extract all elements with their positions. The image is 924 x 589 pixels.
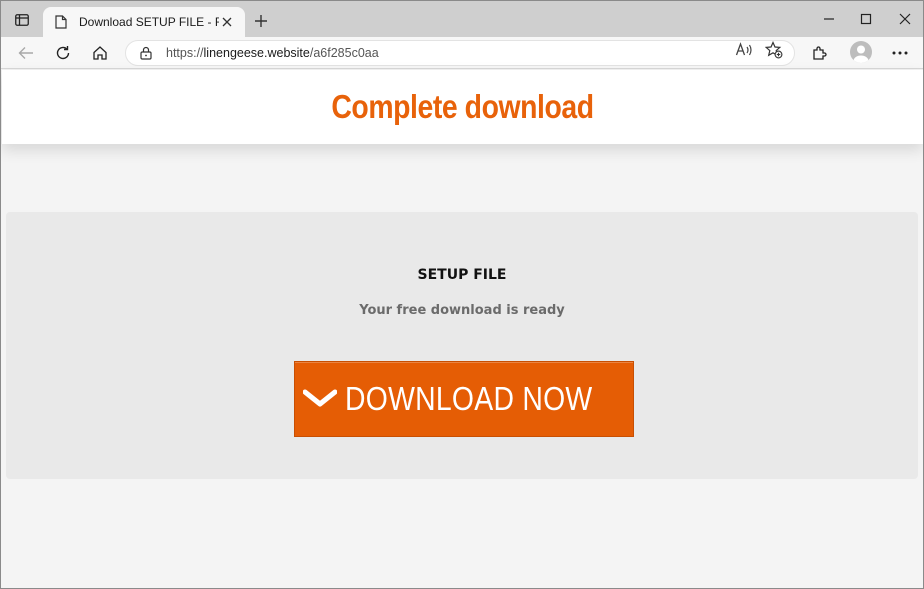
url-host: linengeese.website	[203, 46, 310, 60]
tab-active[interactable]: Download SETUP FILE - Free	[43, 7, 245, 37]
url-path: /a6f285c0aa	[309, 46, 379, 60]
tab-strip: Download SETUP FILE - Free	[1, 1, 923, 37]
read-aloud-icon[interactable]	[733, 40, 755, 60]
plus-icon[interactable]	[251, 11, 271, 31]
profile-icon[interactable]	[850, 41, 872, 63]
chevron-down-icon	[295, 361, 345, 437]
minimize-icon[interactable]	[814, 9, 844, 29]
page-content: Complete download SETUP FILE Your free d…	[2, 70, 923, 588]
close-icon[interactable]	[890, 9, 920, 29]
tab-title: Download SETUP FILE - Free	[79, 15, 219, 29]
sidebar-icon[interactable]	[11, 10, 33, 30]
close-icon[interactable]	[219, 14, 235, 30]
lock-icon[interactable]	[138, 45, 154, 61]
url-scheme: https://	[166, 46, 204, 60]
reload-icon[interactable]	[50, 41, 76, 65]
favorite-icon[interactable]	[763, 40, 785, 60]
page-header: Complete download	[2, 70, 923, 144]
address-bar[interactable]: https://linengeese.website/a6f285c0aa	[125, 40, 795, 66]
page-title: Complete download	[331, 88, 594, 125]
download-card: SETUP FILE Your free download is ready D…	[6, 212, 918, 479]
back-icon[interactable]	[13, 41, 39, 65]
maximize-icon[interactable]	[851, 9, 881, 29]
browser-window: Download SETUP FILE - Free	[0, 0, 924, 589]
more-icon[interactable]	[887, 41, 913, 65]
toolbar: https://linengeese.website/a6f285c0aa	[1, 37, 923, 69]
page-icon	[53, 14, 69, 30]
download-subtitle: Your free download is ready	[359, 303, 565, 318]
download-button-label: DOWNLOAD NOW	[345, 380, 593, 417]
home-icon[interactable]	[87, 41, 113, 65]
url-text: https://linengeese.website/a6f285c0aa	[166, 46, 379, 60]
download-now-button[interactable]: DOWNLOAD NOW	[294, 361, 634, 437]
extensions-icon[interactable]	[806, 41, 832, 65]
file-title: SETUP FILE	[417, 267, 507, 283]
